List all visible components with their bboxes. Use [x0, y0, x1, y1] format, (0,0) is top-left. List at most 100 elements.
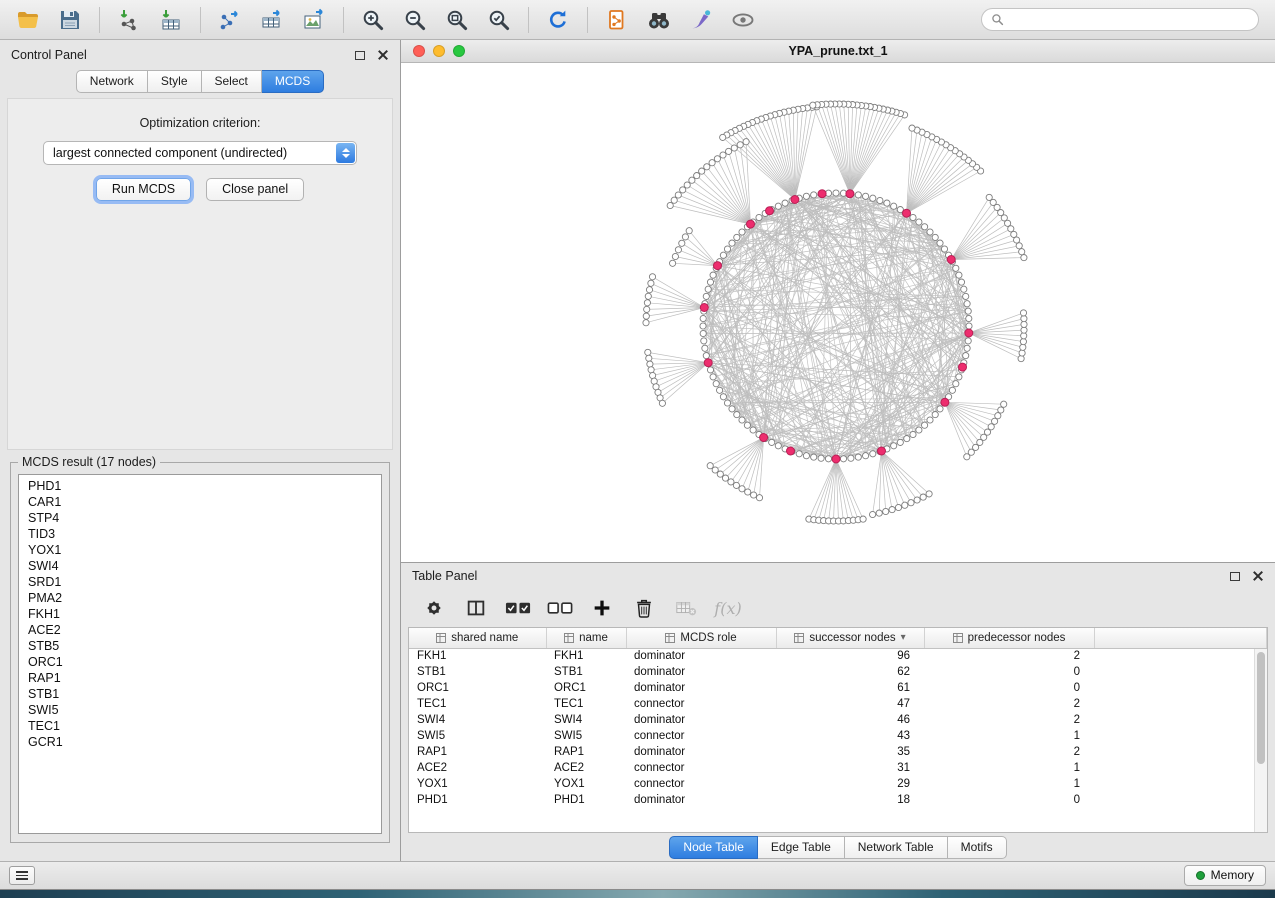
table-row[interactable]: STB1STB1dominator620	[409, 664, 1267, 680]
table-row[interactable]: ORC1ORC1dominator610	[409, 680, 1267, 696]
toolbar-separator	[528, 7, 529, 33]
result-node-item[interactable]: STP4	[19, 510, 381, 526]
table-row[interactable]: ACE2ACE2connector311	[409, 760, 1267, 776]
result-node-item[interactable]: ORC1	[19, 654, 381, 670]
table-cell: 96	[776, 648, 924, 664]
share-network-button[interactable]	[597, 4, 637, 36]
zoom-in-button[interactable]	[353, 4, 393, 36]
tab-network-table[interactable]: Network Table	[845, 836, 948, 859]
deselect-all-columns-button[interactable]	[543, 593, 577, 623]
table-row[interactable]: PHD1PHD1dominator180	[409, 792, 1267, 808]
select-stepper-icon	[336, 143, 355, 163]
tab-edge-table[interactable]: Edge Table	[758, 836, 845, 859]
toolbar-separator	[343, 7, 344, 33]
import-table-button[interactable]	[151, 4, 191, 36]
delete-column-button[interactable]	[627, 593, 661, 623]
add-column-button[interactable]	[585, 593, 619, 623]
column-header-name[interactable]: name	[546, 628, 626, 648]
column-selector-button[interactable]	[459, 593, 493, 623]
table-cell: connector	[626, 696, 776, 712]
float-table-panel-button[interactable]	[1230, 572, 1240, 581]
result-node-item[interactable]: SWI4	[19, 558, 381, 574]
save-session-button[interactable]	[50, 4, 90, 36]
delete-table-icon	[674, 597, 698, 619]
result-node-item[interactable]: TEC1	[19, 718, 381, 734]
search-input[interactable]	[1010, 13, 1249, 27]
run-mcds-button[interactable]: Run MCDS	[96, 178, 191, 201]
search-icon	[991, 13, 1004, 26]
table-row[interactable]: TEC1TEC1connector472	[409, 696, 1267, 712]
import-network-button[interactable]	[109, 4, 149, 36]
result-node-item[interactable]: CAR1	[19, 494, 381, 510]
column-header-mcds-role[interactable]: MCDS role	[626, 628, 776, 648]
toolbar-separator	[200, 7, 201, 33]
result-node-item[interactable]: FKH1	[19, 606, 381, 622]
float-panel-button[interactable]	[355, 51, 365, 60]
table-cell: PHD1	[409, 792, 546, 808]
show-hide-button[interactable]	[723, 4, 763, 36]
close-table-panel-button[interactable]	[1252, 570, 1264, 582]
result-node-item[interactable]: STB1	[19, 686, 381, 702]
open-session-button[interactable]	[8, 4, 48, 36]
apply-style-button[interactable]	[681, 4, 721, 36]
column-header-shared-name[interactable]: shared name	[409, 628, 546, 648]
result-node-item[interactable]: RAP1	[19, 670, 381, 686]
tab-style[interactable]: Style	[148, 70, 202, 93]
scrollbar-thumb[interactable]	[1257, 652, 1265, 764]
result-node-item[interactable]: SRD1	[19, 574, 381, 590]
result-node-item[interactable]: ACE2	[19, 622, 381, 638]
result-node-item[interactable]: YOX1	[19, 542, 381, 558]
table-row[interactable]: FKH1FKH1dominator962	[409, 648, 1267, 664]
tab-node-table[interactable]: Node Table	[669, 836, 758, 859]
export-table-button[interactable]	[252, 4, 292, 36]
table-body: FKH1FKH1dominator962STB1STB1dominator620…	[409, 648, 1267, 808]
optimization-criterion-select[interactable]: largest connected component (undirected)	[43, 141, 357, 165]
result-node-item[interactable]: PHD1	[19, 478, 381, 494]
zoom-out-button[interactable]	[395, 4, 435, 36]
window-close-icon[interactable]	[413, 45, 425, 57]
status-menu-button[interactable]	[9, 866, 35, 885]
table-cell: ACE2	[409, 760, 546, 776]
table-cell: 18	[776, 792, 924, 808]
table-vertical-scrollbar[interactable]	[1254, 649, 1267, 832]
column-header-predecessor-nodes[interactable]: predecessor nodes	[924, 628, 1094, 648]
window-zoom-icon[interactable]	[453, 45, 465, 57]
column-header-successor-nodes[interactable]: successor nodes▾	[776, 628, 924, 648]
tab-select[interactable]: Select	[202, 70, 262, 93]
select-all-columns-button[interactable]	[501, 593, 535, 623]
network-canvas[interactable]	[401, 63, 1275, 562]
table-row[interactable]: SWI4SWI4dominator462	[409, 712, 1267, 728]
search-network-button[interactable]	[639, 4, 679, 36]
export-network-button[interactable]	[210, 4, 250, 36]
result-node-item[interactable]: STB5	[19, 638, 381, 654]
export-image-button[interactable]	[294, 4, 334, 36]
mcds-tab-content: Optimization criterion: largest connecte…	[7, 98, 393, 450]
table-cell: 2	[924, 712, 1094, 728]
result-node-item[interactable]: GCR1	[19, 734, 381, 750]
table-cell: dominator	[626, 664, 776, 680]
table-cell: STB1	[546, 664, 626, 680]
result-node-item[interactable]: SWI5	[19, 702, 381, 718]
table-cell: PHD1	[546, 792, 626, 808]
result-node-item[interactable]: TID3	[19, 526, 381, 542]
memory-button[interactable]: Memory	[1184, 865, 1266, 886]
close-panel-button[interactable]	[377, 49, 389, 61]
refresh-icon	[546, 8, 570, 32]
table-row[interactable]: YOX1YOX1connector291	[409, 776, 1267, 792]
zoom-selected-button[interactable]	[479, 4, 519, 36]
tab-mcds[interactable]: MCDS	[262, 70, 324, 93]
table-settings-button[interactable]	[417, 593, 451, 623]
zoom-fit-button[interactable]	[437, 4, 477, 36]
table-row[interactable]: RAP1RAP1dominator352	[409, 744, 1267, 760]
refresh-view-button[interactable]	[538, 4, 578, 36]
mcds-result-title: MCDS result (17 nodes)	[18, 455, 160, 469]
table-row[interactable]: SWI5SWI5connector431	[409, 728, 1267, 744]
table-cell: YOX1	[546, 776, 626, 792]
table-cell: ORC1	[409, 680, 546, 696]
window-minimize-icon[interactable]	[433, 45, 445, 57]
tab-motifs[interactable]: Motifs	[948, 836, 1007, 859]
tab-network[interactable]: Network	[76, 70, 148, 93]
zoom-selected-icon	[487, 8, 511, 32]
close-panel-action-button[interactable]: Close panel	[206, 178, 304, 201]
result-node-item[interactable]: PMA2	[19, 590, 381, 606]
